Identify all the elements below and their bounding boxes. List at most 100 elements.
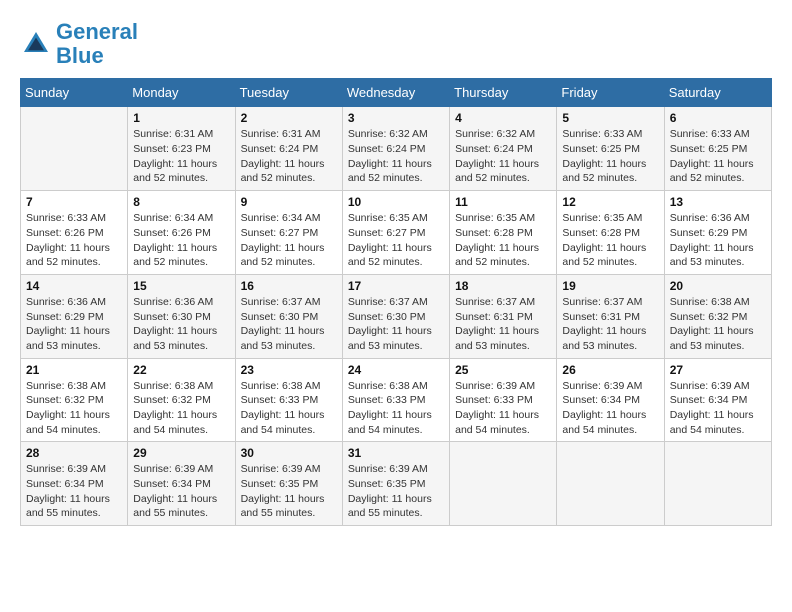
day-info: Sunrise: 6:36 AMSunset: 6:30 PMDaylight:… bbox=[133, 295, 229, 354]
day-number: 22 bbox=[133, 363, 229, 377]
logo-icon bbox=[20, 28, 52, 60]
day-number: 2 bbox=[241, 111, 337, 125]
day-info: Sunrise: 6:39 AMSunset: 6:34 PMDaylight:… bbox=[562, 379, 658, 438]
calendar-cell: 29 Sunrise: 6:39 AMSunset: 6:34 PMDayligh… bbox=[128, 442, 235, 526]
day-number: 12 bbox=[562, 195, 658, 209]
calendar-cell: 21 Sunrise: 6:38 AMSunset: 6:32 PMDayligh… bbox=[21, 358, 128, 442]
day-number: 16 bbox=[241, 279, 337, 293]
day-info: Sunrise: 6:31 AMSunset: 6:23 PMDaylight:… bbox=[133, 127, 229, 186]
day-number: 8 bbox=[133, 195, 229, 209]
day-info: Sunrise: 6:39 AMSunset: 6:34 PMDaylight:… bbox=[670, 379, 766, 438]
day-info: Sunrise: 6:39 AMSunset: 6:34 PMDaylight:… bbox=[133, 462, 229, 521]
logo-text: General Blue bbox=[56, 20, 138, 68]
calendar-cell: 31Sunrise: 6:39 AMSunset: 6:35 PMDayligh… bbox=[342, 442, 449, 526]
calendar-cell: 8 Sunrise: 6:34 AMSunset: 6:26 PMDaylight… bbox=[128, 191, 235, 275]
day-header-saturday: Saturday bbox=[664, 79, 771, 107]
day-info: Sunrise: 6:36 AMSunset: 6:29 PMDaylight:… bbox=[670, 211, 766, 270]
day-info: Sunrise: 6:38 AMSunset: 6:32 PMDaylight:… bbox=[133, 379, 229, 438]
calendar-week-row: 21 Sunrise: 6:38 AMSunset: 6:32 PMDayligh… bbox=[21, 358, 772, 442]
day-number: 27 bbox=[670, 363, 766, 377]
day-info: Sunrise: 6:31 AMSunset: 6:24 PMDaylight:… bbox=[241, 127, 337, 186]
day-info: Sunrise: 6:39 AMSunset: 6:35 PMDaylight:… bbox=[241, 462, 337, 521]
day-number: 3 bbox=[348, 111, 444, 125]
day-info: Sunrise: 6:33 AMSunset: 6:25 PMDaylight:… bbox=[670, 127, 766, 186]
calendar-cell bbox=[21, 107, 128, 191]
calendar-cell: 19 Sunrise: 6:37 AMSunset: 6:31 PMDayligh… bbox=[557, 274, 664, 358]
day-header-monday: Monday bbox=[128, 79, 235, 107]
calendar-cell: 22 Sunrise: 6:38 AMSunset: 6:32 PMDayligh… bbox=[128, 358, 235, 442]
calendar-cell bbox=[450, 442, 557, 526]
logo: General Blue bbox=[20, 20, 138, 68]
calendar-week-row: 14Sunrise: 6:36 AMSunset: 6:29 PMDayligh… bbox=[21, 274, 772, 358]
day-info: Sunrise: 6:39 AMSunset: 6:34 PMDaylight:… bbox=[26, 462, 122, 521]
day-info: Sunrise: 6:39 AMSunset: 6:33 PMDaylight:… bbox=[455, 379, 551, 438]
calendar-week-row: 7 Sunrise: 6:33 AMSunset: 6:26 PMDaylight… bbox=[21, 191, 772, 275]
calendar-cell: 10Sunrise: 6:35 AMSunset: 6:27 PMDayligh… bbox=[342, 191, 449, 275]
page-header: General Blue bbox=[20, 20, 772, 68]
day-number: 9 bbox=[241, 195, 337, 209]
calendar-cell: 14Sunrise: 6:36 AMSunset: 6:29 PMDayligh… bbox=[21, 274, 128, 358]
day-info: Sunrise: 6:34 AMSunset: 6:26 PMDaylight:… bbox=[133, 211, 229, 270]
day-number: 7 bbox=[26, 195, 122, 209]
day-number: 17 bbox=[348, 279, 444, 293]
day-info: Sunrise: 6:38 AMSunset: 6:33 PMDaylight:… bbox=[348, 379, 444, 438]
day-number: 31 bbox=[348, 446, 444, 460]
day-number: 30 bbox=[241, 446, 337, 460]
day-number: 24 bbox=[348, 363, 444, 377]
calendar-cell: 16Sunrise: 6:37 AMSunset: 6:30 PMDayligh… bbox=[235, 274, 342, 358]
day-header-wednesday: Wednesday bbox=[342, 79, 449, 107]
calendar-header-row: SundayMondayTuesdayWednesdayThursdayFrid… bbox=[21, 79, 772, 107]
day-info: Sunrise: 6:34 AMSunset: 6:27 PMDaylight:… bbox=[241, 211, 337, 270]
day-info: Sunrise: 6:37 AMSunset: 6:31 PMDaylight:… bbox=[455, 295, 551, 354]
day-number: 29 bbox=[133, 446, 229, 460]
day-info: Sunrise: 6:38 AMSunset: 6:32 PMDaylight:… bbox=[26, 379, 122, 438]
calendar-cell: 12 Sunrise: 6:35 AMSunset: 6:28 PMDayligh… bbox=[557, 191, 664, 275]
day-number: 25 bbox=[455, 363, 551, 377]
day-number: 10 bbox=[348, 195, 444, 209]
day-number: 13 bbox=[670, 195, 766, 209]
calendar-cell: 11 Sunrise: 6:35 AMSunset: 6:28 PMDayligh… bbox=[450, 191, 557, 275]
day-number: 26 bbox=[562, 363, 658, 377]
calendar-cell: 27 Sunrise: 6:39 AMSunset: 6:34 PMDayligh… bbox=[664, 358, 771, 442]
calendar-cell: 3 Sunrise: 6:32 AMSunset: 6:24 PMDaylight… bbox=[342, 107, 449, 191]
day-number: 19 bbox=[562, 279, 658, 293]
calendar-cell: 9 Sunrise: 6:34 AMSunset: 6:27 PMDaylight… bbox=[235, 191, 342, 275]
day-number: 21 bbox=[26, 363, 122, 377]
day-number: 23 bbox=[241, 363, 337, 377]
day-number: 4 bbox=[455, 111, 551, 125]
calendar-cell: 2 Sunrise: 6:31 AMSunset: 6:24 PMDaylight… bbox=[235, 107, 342, 191]
calendar-cell: 30 Sunrise: 6:39 AMSunset: 6:35 PMDayligh… bbox=[235, 442, 342, 526]
day-header-sunday: Sunday bbox=[21, 79, 128, 107]
calendar-cell: 18Sunrise: 6:37 AMSunset: 6:31 PMDayligh… bbox=[450, 274, 557, 358]
day-header-thursday: Thursday bbox=[450, 79, 557, 107]
day-info: Sunrise: 6:32 AMSunset: 6:24 PMDaylight:… bbox=[348, 127, 444, 186]
day-info: Sunrise: 6:33 AMSunset: 6:26 PMDaylight:… bbox=[26, 211, 122, 270]
day-info: Sunrise: 6:37 AMSunset: 6:30 PMDaylight:… bbox=[348, 295, 444, 354]
day-number: 6 bbox=[670, 111, 766, 125]
day-info: Sunrise: 6:32 AMSunset: 6:24 PMDaylight:… bbox=[455, 127, 551, 186]
calendar-cell bbox=[557, 442, 664, 526]
calendar-cell: 24 Sunrise: 6:38 AMSunset: 6:33 PMDayligh… bbox=[342, 358, 449, 442]
calendar-cell: 17 Sunrise: 6:37 AMSunset: 6:30 PMDayligh… bbox=[342, 274, 449, 358]
day-info: Sunrise: 6:38 AMSunset: 6:32 PMDaylight:… bbox=[670, 295, 766, 354]
calendar-cell: 13 Sunrise: 6:36 AMSunset: 6:29 PMDayligh… bbox=[664, 191, 771, 275]
calendar-cell: 4 Sunrise: 6:32 AMSunset: 6:24 PMDaylight… bbox=[450, 107, 557, 191]
calendar-cell: 5Sunrise: 6:33 AMSunset: 6:25 PMDaylight… bbox=[557, 107, 664, 191]
calendar-week-row: 1 Sunrise: 6:31 AMSunset: 6:23 PMDaylight… bbox=[21, 107, 772, 191]
day-number: 1 bbox=[133, 111, 229, 125]
day-number: 15 bbox=[133, 279, 229, 293]
day-number: 14 bbox=[26, 279, 122, 293]
day-info: Sunrise: 6:35 AMSunset: 6:28 PMDaylight:… bbox=[455, 211, 551, 270]
calendar-cell: 1 Sunrise: 6:31 AMSunset: 6:23 PMDaylight… bbox=[128, 107, 235, 191]
day-header-tuesday: Tuesday bbox=[235, 79, 342, 107]
day-number: 11 bbox=[455, 195, 551, 209]
day-number: 5 bbox=[562, 111, 658, 125]
day-info: Sunrise: 6:35 AMSunset: 6:28 PMDaylight:… bbox=[562, 211, 658, 270]
calendar-cell: 28 Sunrise: 6:39 AMSunset: 6:34 PMDayligh… bbox=[21, 442, 128, 526]
day-info: Sunrise: 6:37 AMSunset: 6:31 PMDaylight:… bbox=[562, 295, 658, 354]
day-number: 28 bbox=[26, 446, 122, 460]
calendar-cell: 7 Sunrise: 6:33 AMSunset: 6:26 PMDaylight… bbox=[21, 191, 128, 275]
day-number: 20 bbox=[670, 279, 766, 293]
calendar-table: SundayMondayTuesdayWednesdayThursdayFrid… bbox=[20, 78, 772, 526]
calendar-week-row: 28 Sunrise: 6:39 AMSunset: 6:34 PMDayligh… bbox=[21, 442, 772, 526]
